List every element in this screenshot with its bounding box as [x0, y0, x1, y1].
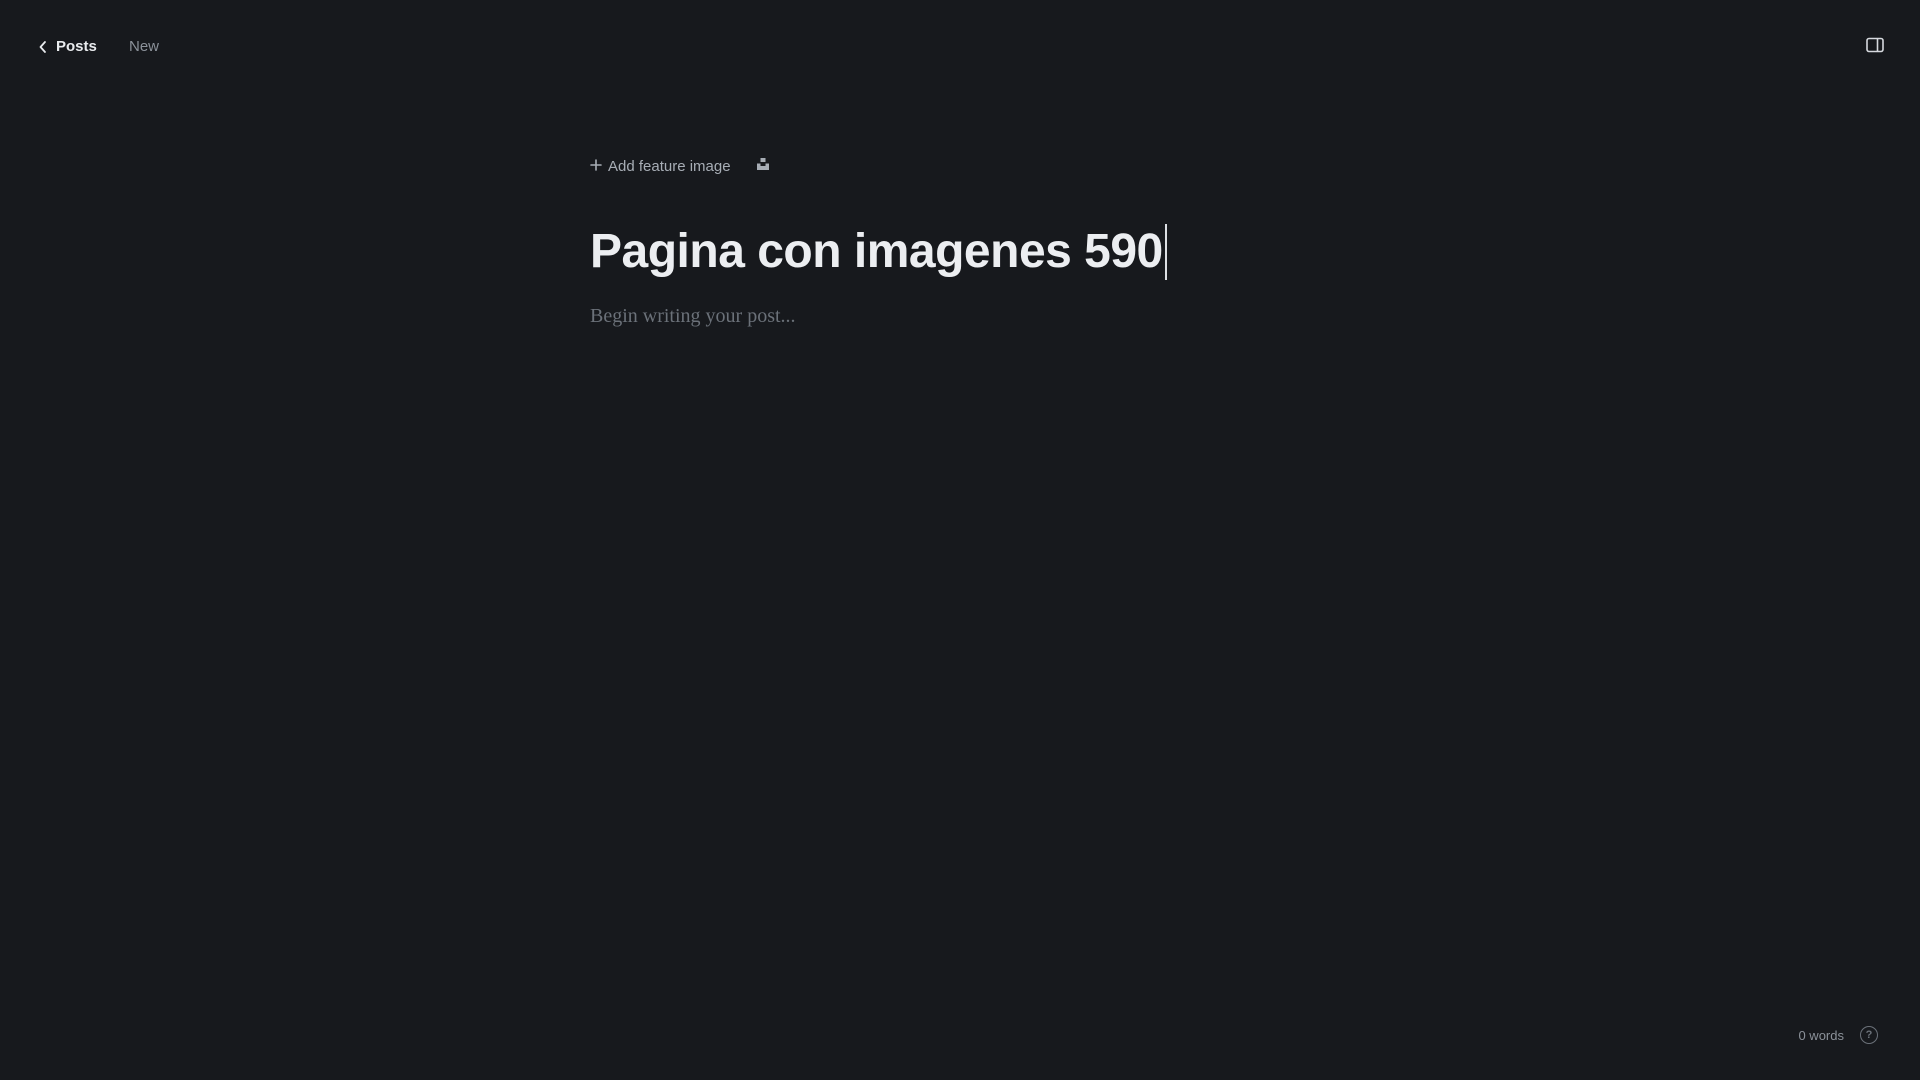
post-editor-page: Posts New Add feature image Pagina con i… [0, 0, 1920, 1080]
breadcrumb-posts[interactable]: Posts [56, 34, 97, 60]
editor-header: Posts New [0, 0, 1920, 94]
post-title[interactable]: Pagina con imagenes 590 [590, 222, 1163, 282]
post-editor: Add feature image Pagina con imagenes 59… [590, 150, 1330, 330]
word-count: 0 words [1798, 1027, 1844, 1043]
sidebar-panel-icon [1866, 37, 1884, 58]
post-status-label: New [129, 38, 160, 55]
back-to-posts-link[interactable]: Posts [38, 34, 97, 60]
post-body-editor[interactable]: Begin writing your post... [590, 302, 1330, 330]
add-feature-image-label: Add feature image [608, 157, 731, 175]
unsplash-icon [756, 157, 770, 176]
text-cursor [1164, 224, 1167, 280]
help-circle-icon[interactable]: ? [1860, 1026, 1878, 1044]
editor-footer: 0 words ? [1798, 1026, 1878, 1044]
unsplash-button[interactable] [753, 156, 773, 176]
chevron-left-icon [38, 40, 48, 54]
add-feature-image-button[interactable]: Add feature image [590, 158, 731, 175]
post-title-field[interactable]: Pagina con imagenes 590 [590, 222, 1330, 282]
plus-icon [590, 158, 602, 175]
settings-sidebar-toggle[interactable] [1864, 36, 1886, 58]
feature-image-row: Add feature image [590, 150, 1330, 182]
